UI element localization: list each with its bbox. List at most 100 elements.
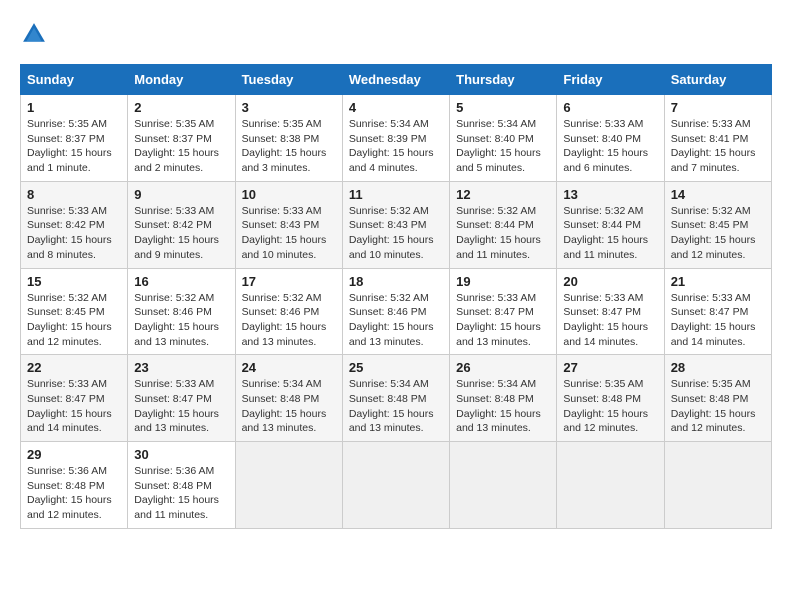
calendar-cell — [235, 442, 342, 529]
day-content: Sunrise: 5:32 AM Sunset: 8:46 PM Dayligh… — [349, 291, 443, 350]
calendar-cell: 24 Sunrise: 5:34 AM Sunset: 8:48 PM Dayl… — [235, 355, 342, 442]
calendar-cell: 3 Sunrise: 5:35 AM Sunset: 8:38 PM Dayli… — [235, 95, 342, 182]
calendar-cell: 5 Sunrise: 5:34 AM Sunset: 8:40 PM Dayli… — [450, 95, 557, 182]
day-content: Sunrise: 5:33 AM Sunset: 8:47 PM Dayligh… — [134, 377, 228, 436]
calendar-cell: 14 Sunrise: 5:32 AM Sunset: 8:45 PM Dayl… — [664, 181, 771, 268]
day-content: Sunrise: 5:32 AM Sunset: 8:43 PM Dayligh… — [349, 204, 443, 263]
day-number: 2 — [134, 100, 228, 115]
day-number: 1 — [27, 100, 121, 115]
day-number: 28 — [671, 360, 765, 375]
day-content: Sunrise: 5:33 AM Sunset: 8:42 PM Dayligh… — [134, 204, 228, 263]
day-content: Sunrise: 5:33 AM Sunset: 8:47 PM Dayligh… — [671, 291, 765, 350]
day-content: Sunrise: 5:34 AM Sunset: 8:48 PM Dayligh… — [456, 377, 550, 436]
calendar-cell: 10 Sunrise: 5:33 AM Sunset: 8:43 PM Dayl… — [235, 181, 342, 268]
calendar-cell: 19 Sunrise: 5:33 AM Sunset: 8:47 PM Dayl… — [450, 268, 557, 355]
day-number: 20 — [563, 274, 657, 289]
day-content: Sunrise: 5:32 AM Sunset: 8:45 PM Dayligh… — [671, 204, 765, 263]
day-number: 4 — [349, 100, 443, 115]
calendar-cell: 29 Sunrise: 5:36 AM Sunset: 8:48 PM Dayl… — [21, 442, 128, 529]
day-number: 29 — [27, 447, 121, 462]
day-content: Sunrise: 5:33 AM Sunset: 8:41 PM Dayligh… — [671, 117, 765, 176]
day-number: 6 — [563, 100, 657, 115]
day-content: Sunrise: 5:33 AM Sunset: 8:42 PM Dayligh… — [27, 204, 121, 263]
calendar-cell: 25 Sunrise: 5:34 AM Sunset: 8:48 PM Dayl… — [342, 355, 449, 442]
calendar-cell: 27 Sunrise: 5:35 AM Sunset: 8:48 PM Dayl… — [557, 355, 664, 442]
day-content: Sunrise: 5:35 AM Sunset: 8:38 PM Dayligh… — [242, 117, 336, 176]
day-number: 30 — [134, 447, 228, 462]
calendar-cell: 22 Sunrise: 5:33 AM Sunset: 8:47 PM Dayl… — [21, 355, 128, 442]
day-content: Sunrise: 5:32 AM Sunset: 8:44 PM Dayligh… — [456, 204, 550, 263]
day-number: 16 — [134, 274, 228, 289]
day-number: 24 — [242, 360, 336, 375]
day-header-wednesday: Wednesday — [342, 65, 449, 95]
day-number: 27 — [563, 360, 657, 375]
calendar-cell — [664, 442, 771, 529]
calendar-cell: 11 Sunrise: 5:32 AM Sunset: 8:43 PM Dayl… — [342, 181, 449, 268]
day-number: 18 — [349, 274, 443, 289]
calendar-cell: 13 Sunrise: 5:32 AM Sunset: 8:44 PM Dayl… — [557, 181, 664, 268]
calendar-week-row: 8 Sunrise: 5:33 AM Sunset: 8:42 PM Dayli… — [21, 181, 772, 268]
day-number: 10 — [242, 187, 336, 202]
calendar-cell — [342, 442, 449, 529]
day-header-sunday: Sunday — [21, 65, 128, 95]
day-number: 23 — [134, 360, 228, 375]
calendar-cell: 6 Sunrise: 5:33 AM Sunset: 8:40 PM Dayli… — [557, 95, 664, 182]
calendar-cell: 28 Sunrise: 5:35 AM Sunset: 8:48 PM Dayl… — [664, 355, 771, 442]
day-number: 15 — [27, 274, 121, 289]
day-content: Sunrise: 5:33 AM Sunset: 8:47 PM Dayligh… — [456, 291, 550, 350]
calendar-header-row: SundayMondayTuesdayWednesdayThursdayFrid… — [21, 65, 772, 95]
day-content: Sunrise: 5:35 AM Sunset: 8:48 PM Dayligh… — [563, 377, 657, 436]
day-content: Sunrise: 5:36 AM Sunset: 8:48 PM Dayligh… — [134, 464, 228, 523]
day-number: 7 — [671, 100, 765, 115]
logo — [20, 20, 52, 48]
day-content: Sunrise: 5:33 AM Sunset: 8:47 PM Dayligh… — [563, 291, 657, 350]
day-number: 3 — [242, 100, 336, 115]
calendar-cell: 30 Sunrise: 5:36 AM Sunset: 8:48 PM Dayl… — [128, 442, 235, 529]
day-content: Sunrise: 5:36 AM Sunset: 8:48 PM Dayligh… — [27, 464, 121, 523]
day-content: Sunrise: 5:33 AM Sunset: 8:43 PM Dayligh… — [242, 204, 336, 263]
day-content: Sunrise: 5:35 AM Sunset: 8:37 PM Dayligh… — [134, 117, 228, 176]
day-number: 22 — [27, 360, 121, 375]
calendar-cell: 9 Sunrise: 5:33 AM Sunset: 8:42 PM Dayli… — [128, 181, 235, 268]
day-content: Sunrise: 5:33 AM Sunset: 8:47 PM Dayligh… — [27, 377, 121, 436]
calendar-week-row: 22 Sunrise: 5:33 AM Sunset: 8:47 PM Dayl… — [21, 355, 772, 442]
calendar-week-row: 29 Sunrise: 5:36 AM Sunset: 8:48 PM Dayl… — [21, 442, 772, 529]
day-header-friday: Friday — [557, 65, 664, 95]
day-content: Sunrise: 5:32 AM Sunset: 8:45 PM Dayligh… — [27, 291, 121, 350]
calendar-cell: 26 Sunrise: 5:34 AM Sunset: 8:48 PM Dayl… — [450, 355, 557, 442]
calendar-cell: 23 Sunrise: 5:33 AM Sunset: 8:47 PM Dayl… — [128, 355, 235, 442]
day-number: 19 — [456, 274, 550, 289]
day-header-tuesday: Tuesday — [235, 65, 342, 95]
day-content: Sunrise: 5:34 AM Sunset: 8:48 PM Dayligh… — [242, 377, 336, 436]
day-number: 26 — [456, 360, 550, 375]
day-number: 14 — [671, 187, 765, 202]
calendar-cell: 21 Sunrise: 5:33 AM Sunset: 8:47 PM Dayl… — [664, 268, 771, 355]
day-header-monday: Monday — [128, 65, 235, 95]
calendar-cell: 2 Sunrise: 5:35 AM Sunset: 8:37 PM Dayli… — [128, 95, 235, 182]
day-content: Sunrise: 5:35 AM Sunset: 8:37 PM Dayligh… — [27, 117, 121, 176]
day-header-saturday: Saturday — [664, 65, 771, 95]
page-header — [20, 20, 772, 48]
day-number: 12 — [456, 187, 550, 202]
day-content: Sunrise: 5:33 AM Sunset: 8:40 PM Dayligh… — [563, 117, 657, 176]
calendar-week-row: 1 Sunrise: 5:35 AM Sunset: 8:37 PM Dayli… — [21, 95, 772, 182]
day-content: Sunrise: 5:34 AM Sunset: 8:40 PM Dayligh… — [456, 117, 550, 176]
day-number: 13 — [563, 187, 657, 202]
day-number: 8 — [27, 187, 121, 202]
day-content: Sunrise: 5:34 AM Sunset: 8:48 PM Dayligh… — [349, 377, 443, 436]
calendar-cell — [450, 442, 557, 529]
calendar-cell: 18 Sunrise: 5:32 AM Sunset: 8:46 PM Dayl… — [342, 268, 449, 355]
calendar-cell: 16 Sunrise: 5:32 AM Sunset: 8:46 PM Dayl… — [128, 268, 235, 355]
calendar-week-row: 15 Sunrise: 5:32 AM Sunset: 8:45 PM Dayl… — [21, 268, 772, 355]
day-content: Sunrise: 5:32 AM Sunset: 8:46 PM Dayligh… — [134, 291, 228, 350]
calendar-cell: 4 Sunrise: 5:34 AM Sunset: 8:39 PM Dayli… — [342, 95, 449, 182]
calendar-cell: 20 Sunrise: 5:33 AM Sunset: 8:47 PM Dayl… — [557, 268, 664, 355]
day-number: 21 — [671, 274, 765, 289]
calendar-cell — [557, 442, 664, 529]
day-number: 9 — [134, 187, 228, 202]
day-number: 17 — [242, 274, 336, 289]
calendar-table: SundayMondayTuesdayWednesdayThursdayFrid… — [20, 64, 772, 529]
calendar-cell: 7 Sunrise: 5:33 AM Sunset: 8:41 PM Dayli… — [664, 95, 771, 182]
calendar-cell: 12 Sunrise: 5:32 AM Sunset: 8:44 PM Dayl… — [450, 181, 557, 268]
logo-icon — [20, 20, 48, 48]
